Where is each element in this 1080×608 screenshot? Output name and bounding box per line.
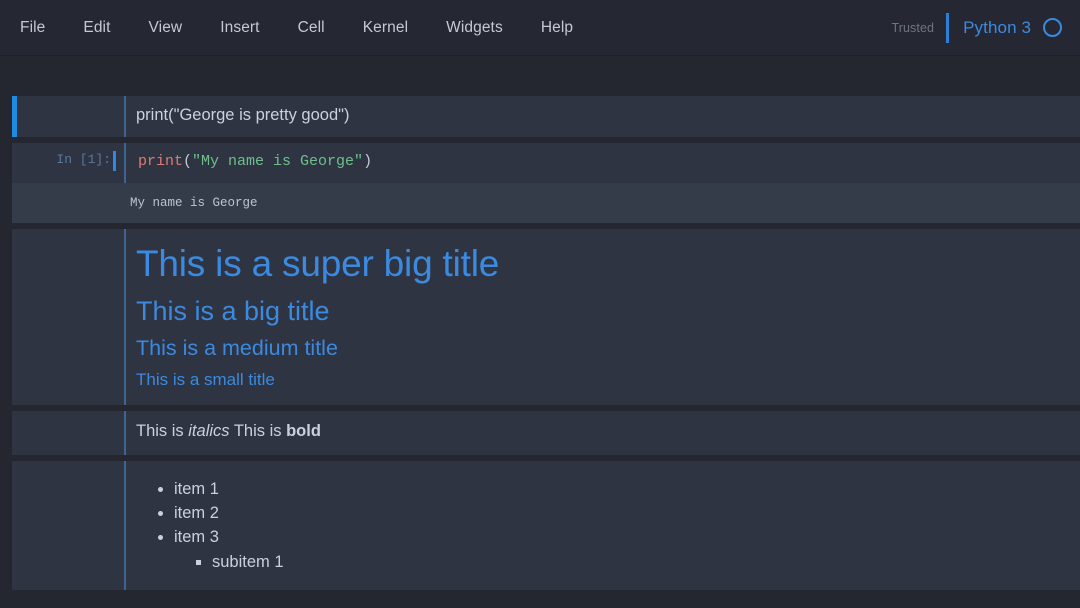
heading-level-2: This is a big title (136, 295, 330, 326)
code-token-function: print (138, 152, 184, 170)
richtext-segment-italic: italics (188, 422, 230, 441)
markdown-rendered: This is italics This is bold (126, 411, 1080, 454)
notebook-cell-markdown-source[interactable]: print("George is pretty good") (12, 96, 1080, 137)
heading-level-4: This is a small title (136, 369, 275, 389)
cell-content[interactable]: This is italics This is bold (124, 411, 1080, 455)
menubar-items: File Edit View Insert Cell Kernel Widget… (20, 13, 592, 43)
code-token-open-paren: ( (183, 152, 193, 170)
bullet-list: item 1 item 2 item 3 subitem 1 (136, 477, 1070, 574)
richtext-segment-normal-2: This is (229, 422, 287, 441)
cell-content[interactable]: print("George is pretty good") (124, 96, 1080, 137)
richtext-segment-normal-1: This is (136, 422, 189, 441)
markdown-rendered: This is a super big title This is a big … (126, 229, 1080, 405)
cell-content[interactable]: This is a super big title This is a big … (124, 229, 1080, 406)
output-stdout-text: My name is George (130, 195, 258, 210)
list-item-label: item 3 (174, 528, 219, 547)
cell-prompt-in: In [1]: (56, 151, 111, 167)
notebook-cell-markdown-list[interactable]: item 1 item 2 item 3 subitem 1 (12, 460, 1080, 590)
heading-level-3: This is a medium title (136, 336, 338, 361)
cell-output-area: My name is George (12, 182, 1080, 224)
notebook-cell-code-group: In [1]: print("My name is George") My na… (0, 142, 1080, 224)
menubar: File Edit View Insert Cell Kernel Widget… (0, 0, 1080, 56)
nested-list-item: subitem 1 (212, 550, 1070, 574)
kernel-idle-circle-icon[interactable] (1043, 18, 1062, 37)
cell-content[interactable]: print("My name is George") (124, 142, 1080, 183)
richtext-paragraph: This is italics This is bold (136, 421, 1070, 442)
menu-item-file[interactable]: File (20, 13, 64, 43)
notebook-cell-list: print("George is pretty good") In [1]: p… (0, 56, 1080, 590)
list-item: item 2 (174, 501, 1070, 525)
notebook-cell-code[interactable]: In [1]: print("My name is George") (12, 142, 1080, 183)
kernel-divider (946, 12, 950, 43)
notebook-cell-markdown-richtext[interactable]: This is italics This is bold (12, 411, 1080, 455)
menu-item-help[interactable]: Help (522, 13, 592, 43)
cell-gutter: In [1]: (12, 143, 124, 183)
notebook-cell-markdown-headings[interactable]: This is a super big title This is a big … (12, 229, 1080, 406)
code-token-string: "My name is George" (192, 152, 364, 170)
cell-gutter (12, 229, 124, 405)
output-gutter (12, 183, 126, 223)
markdown-rendered: item 1 item 2 item 3 subitem 1 (126, 461, 1080, 590)
richtext-segment-bold: bold (286, 422, 321, 441)
text-cursor (113, 150, 116, 171)
cell-gutter (12, 411, 124, 454)
markdown-plain-text: print("George is pretty good") (136, 106, 350, 124)
cell-gutter (12, 461, 124, 590)
menu-item-kernel[interactable]: Kernel (344, 13, 427, 43)
menu-item-edit[interactable]: Edit (64, 13, 129, 43)
code-editor[interactable]: print("My name is George") (126, 143, 1080, 183)
menu-item-cell[interactable]: Cell (279, 13, 344, 43)
menu-item-widgets[interactable]: Widgets (427, 13, 522, 43)
trusted-status[interactable]: Trusted (891, 21, 946, 35)
menu-item-insert[interactable]: Insert (201, 13, 278, 43)
menubar-right-group: Trusted Python 3 (891, 12, 1062, 43)
list-item: item 1 (174, 477, 1070, 501)
code-token-close-paren: ) (363, 152, 373, 170)
nested-bullet-list: subitem 1 (174, 550, 1070, 574)
menu-item-view[interactable]: View (130, 13, 202, 43)
list-item: item 3 subitem 1 (174, 525, 1070, 574)
cell-gutter (12, 96, 124, 137)
heading-level-1: This is a super big title (136, 243, 500, 285)
kernel-name-label: Python 3 (963, 17, 1031, 37)
cell-content[interactable]: item 1 item 2 item 3 subitem 1 (124, 460, 1080, 590)
